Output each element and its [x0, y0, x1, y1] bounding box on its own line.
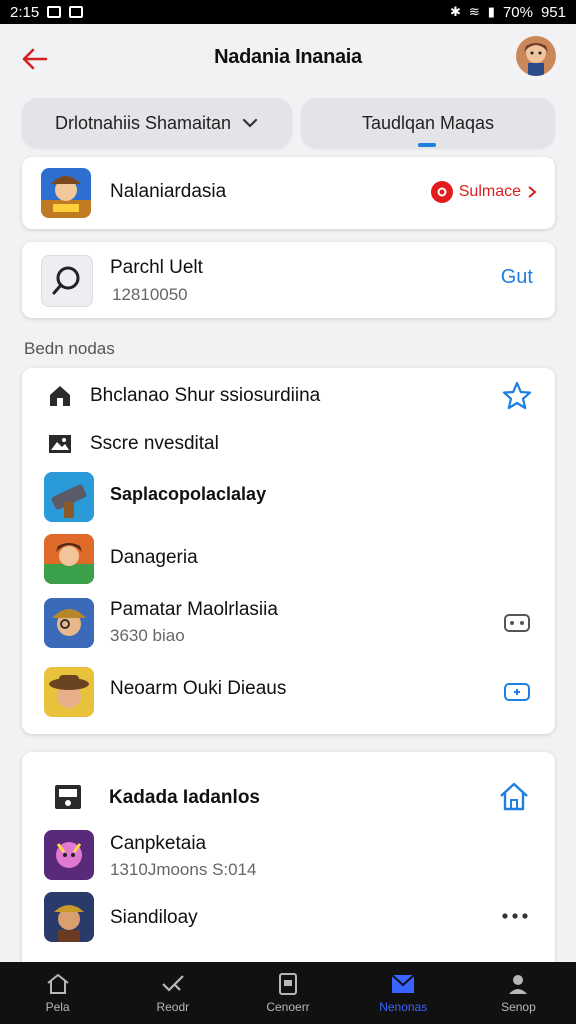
- bluetooth-icon: ✱: [449, 4, 461, 19]
- game-thumbnail: [44, 892, 94, 942]
- collections-card: Kadada Iadanlos Canpketaia 1310Jmoons S:…: [22, 752, 555, 982]
- record-icon: [430, 181, 453, 203]
- list-item-title: Bhclanao Shur ssiosurdiina: [90, 385, 321, 406]
- battery-text: 70%: [502, 3, 533, 21]
- tab-secondary[interactable]: Taudlqan Maqas: [301, 98, 555, 148]
- game-art-icon: [44, 534, 94, 584]
- status-clock: 951: [540, 3, 566, 21]
- search-card-action-label: Gut: [500, 266, 533, 288]
- nav-item-home[interactable]: Pela: [0, 962, 115, 1024]
- list-item-title: Neoarm Ouki Dieaus: [110, 678, 287, 699]
- game-art-icon: [44, 472, 94, 522]
- nav-item-reodr[interactable]: Reodr: [115, 962, 230, 1024]
- status-bar: 2:15 ✱ ≋ ▮ 70% 951: [0, 0, 576, 24]
- nav-label: Reodr: [156, 1000, 190, 1014]
- list-item-subtitle: 3630 biao: [110, 626, 185, 645]
- gamepad-icon[interactable]: [503, 681, 531, 703]
- bottom-navigation: Pela Reodr Cenoerr Nenonas Senop: [0, 962, 576, 1024]
- nav-label: Pela: [45, 1000, 70, 1014]
- list-item-title: Canpketaia: [110, 833, 207, 854]
- chevron-down-icon: [242, 118, 258, 128]
- featured-title: Nalaniardasia: [110, 181, 227, 202]
- list-item[interactable]: Canpketaia 1310Jmoons S:014: [22, 828, 555, 884]
- list-item-title: Sscre nvesdital: [90, 433, 219, 454]
- wifi-icon: ≋: [468, 4, 480, 19]
- nav-item-cenoerr[interactable]: Cenoerr: [230, 962, 345, 1024]
- signal-icon: ▮: [487, 4, 495, 19]
- person-icon: [509, 975, 528, 994]
- list-item-title: Siandiloay: [110, 907, 198, 928]
- star-icon[interactable]: [501, 380, 533, 412]
- tab-label: Taudlqan Maqas: [361, 112, 495, 133]
- nav-label: Cenoerr: [266, 1000, 310, 1014]
- list-item[interactable]: Sscre nvesdital: [22, 426, 555, 466]
- featured-link[interactable]: Sulmace: [430, 181, 537, 203]
- game-art-icon: [44, 830, 94, 880]
- list-item-subtitle: 1310Jmoons S:014: [110, 860, 257, 879]
- game-thumbnail: [44, 667, 94, 717]
- envelope-icon: [391, 974, 415, 993]
- featured-card[interactable]: Nalaniardasia Sulmace: [22, 157, 555, 229]
- search-card-subtitle: 12810050: [112, 285, 188, 304]
- inbox-icon: [55, 785, 81, 809]
- nav-item-senop[interactable]: Senop: [461, 962, 576, 1024]
- list-item-title: Danageria: [110, 547, 198, 568]
- featured-link-label: Sulmace: [458, 183, 521, 200]
- image-icon: [49, 435, 71, 453]
- game-thumbnail: [41, 168, 91, 218]
- nav-label: Senop: [501, 1000, 536, 1014]
- tab-indicator: [418, 143, 436, 147]
- list-item[interactable]: Neoarm Ouki Dieaus: [22, 664, 555, 720]
- nav-label: Nenonas: [379, 1000, 428, 1014]
- house-icon[interactable]: [497, 780, 531, 814]
- nav-item-nenonas[interactable]: Nenonas: [346, 962, 461, 1024]
- game-thumbnail: [44, 534, 94, 584]
- game-art-icon: [44, 667, 94, 717]
- search-icon-box: [41, 255, 93, 307]
- game-thumbnail: [44, 830, 94, 880]
- page-title: Nadania Inanaia: [214, 46, 362, 68]
- section-label: Bedn nodas: [24, 339, 115, 358]
- gamepad-icon[interactable]: [503, 612, 531, 634]
- chevron-right-icon: [528, 186, 537, 198]
- status-time: 2:15: [10, 3, 40, 21]
- house-icon: [50, 386, 70, 406]
- search-card[interactable]: Parchl Uelt 12810050 Gut: [22, 242, 555, 318]
- game-art-icon: [44, 892, 94, 942]
- notification-icon: [69, 6, 84, 18]
- list-item[interactable]: Siandiloay: [22, 890, 555, 946]
- search-card-action[interactable]: Gut: [501, 266, 533, 289]
- list-item[interactable]: Saplacopolaclalay: [22, 470, 555, 526]
- list-item[interactable]: Danageria: [22, 532, 555, 588]
- game-art-icon: [44, 598, 94, 648]
- avatar-image: [516, 36, 556, 76]
- app-header: Nadania Inanaia: [0, 24, 576, 94]
- clipboard-icon: [279, 973, 297, 995]
- tab-filter-dropdown[interactable]: Drlotnahiis Shamaitan: [22, 98, 292, 148]
- game-thumbnail: [44, 598, 94, 648]
- more-icon[interactable]: [501, 912, 529, 920]
- list-item[interactable]: Pamatar Maolrlasiia 3630 biao: [22, 596, 555, 652]
- list-item[interactable]: Bhclanao Shur ssiosurdiina: [22, 368, 555, 410]
- home-icon: [46, 973, 69, 994]
- games-list-card: Bhclanao Shur ssiosurdiina Sscre nvesdit…: [22, 368, 555, 734]
- list-item-title: Pamatar Maolrlasiia: [110, 599, 278, 620]
- check-icon: [162, 975, 184, 992]
- avatar[interactable]: [516, 36, 556, 76]
- search-icon: [52, 266, 80, 295]
- game-art-icon: [41, 168, 91, 218]
- game-thumbnail: [44, 472, 94, 522]
- search-card-title: Parchl Uelt: [110, 257, 203, 278]
- gmail-icon: [47, 6, 62, 18]
- tab-label: Drlotnahiis Shamaitan: [54, 112, 232, 133]
- card-header-title: Kadada Iadanlos: [109, 787, 260, 808]
- list-item-title: Saplacopolaclalay: [110, 484, 267, 504]
